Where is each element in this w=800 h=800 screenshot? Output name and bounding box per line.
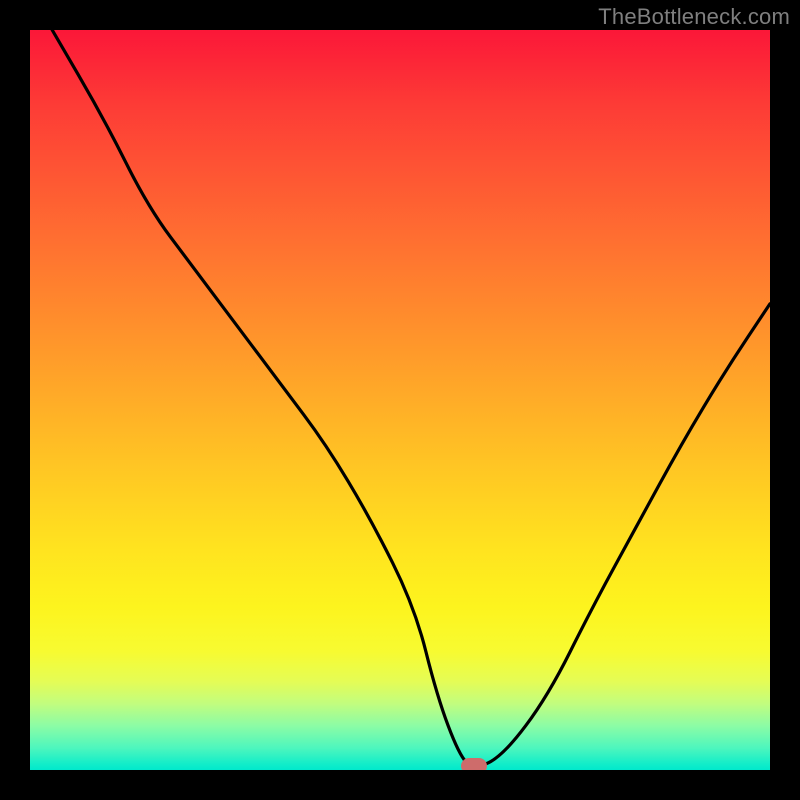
chart-frame: TheBottleneck.com: [0, 0, 800, 800]
plot-area: [30, 30, 770, 770]
bottleneck-curve: [30, 30, 770, 770]
watermark-text: TheBottleneck.com: [598, 4, 790, 30]
optimal-marker: [461, 758, 487, 770]
